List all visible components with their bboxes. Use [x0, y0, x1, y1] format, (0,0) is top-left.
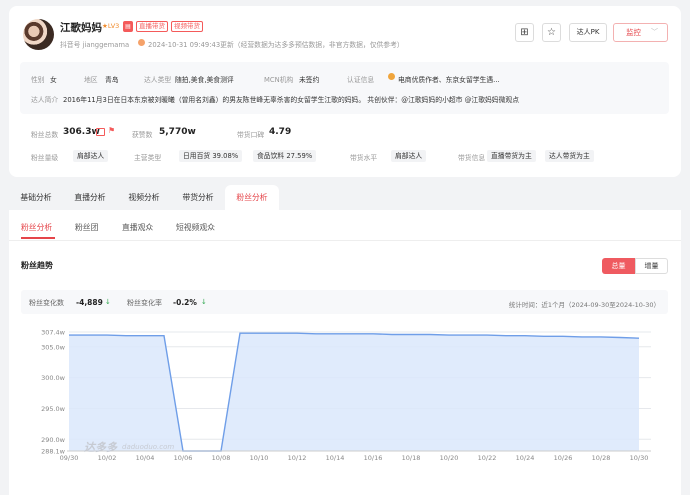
gender-label: 性别	[31, 76, 45, 84]
toggle-increment[interactable]: 增量	[635, 258, 668, 274]
category-chip-1: 日用百货 39.08%	[179, 150, 243, 162]
x-tick-label: 10/10	[250, 454, 269, 462]
down-arrow-icon: ↓	[201, 298, 207, 306]
sales-info-label: 带货信息	[458, 154, 486, 162]
toggle-total[interactable]: 总量	[602, 258, 635, 274]
type-label: 达人类型	[144, 76, 172, 84]
x-tick-label: 10/28	[592, 454, 611, 462]
x-tick-label: 10/06	[174, 454, 193, 462]
tag-video-selling: 视频带货	[171, 21, 203, 32]
fans-change-value: -4,889	[76, 298, 103, 307]
level-badge: ★LV3	[102, 22, 120, 30]
fans-label: 粉丝总数	[31, 131, 59, 139]
type-value: 随拍,美食,美食测评	[175, 76, 234, 84]
region-value: 青岛	[105, 76, 119, 84]
down-arrow-icon: ↓	[105, 298, 111, 306]
star-icon[interactable]: ☆	[542, 23, 561, 42]
x-tick-label: 10/26	[554, 454, 573, 462]
sales-level-label: 带货水平	[350, 154, 378, 162]
verified-icon	[388, 73, 395, 80]
profile-card: 江歌妈妈 ★LV3 ▤ 直播带货 视频带货 抖音号 jianggemama 20…	[9, 6, 681, 177]
category-label: 主营类型	[134, 154, 162, 162]
subtab-short-video-audience[interactable]: 短视频观众	[176, 222, 215, 233]
fans-level-chip: 肩部达人	[73, 150, 109, 162]
cert-label: 认证信息	[347, 76, 375, 84]
summary-bar: 粉丝变化数 -4,889 ↓ 粉丝变化率 -0.2% ↓ 统计时间：近1个月（2…	[21, 290, 668, 314]
likes-value: 5,770w	[159, 127, 196, 137]
likes-label: 获赞数	[132, 131, 153, 139]
y-tick-label: 295.0w	[41, 405, 66, 413]
tag-live-selling: 直播带货	[136, 21, 168, 32]
x-tick-label: 10/14	[326, 454, 345, 462]
bio-value: 2016年11月3日在日本东京被刘暖曦（曾用名刘鑫）的男友陈世峰无辜杀害的女留学…	[63, 96, 519, 104]
tab-fans[interactable]: 粉丝分析	[225, 185, 279, 210]
douyin-id: 抖音号 jianggemama	[60, 41, 130, 49]
watch-button[interactable]: 监控 ﹀	[613, 23, 668, 42]
analysis-card: 基础分析 直播分析 视频分析 带货分析 粉丝分析 粉丝分析 粉丝团 直播观众 短…	[9, 185, 681, 495]
reputation-value: 4.79	[269, 127, 292, 137]
area-fill	[69, 333, 639, 451]
y-tick-label: 300.0w	[41, 374, 66, 382]
x-tick-label: 09/30	[60, 454, 79, 462]
analysis-tabbar: 基础分析 直播分析 视频分析 带货分析 粉丝分析	[9, 185, 681, 210]
subtab-indicator	[21, 237, 55, 239]
avatar[interactable]	[23, 19, 54, 50]
influencer-name: 江歌妈妈	[60, 22, 102, 34]
sales-info-chip-2: 达人带货为主	[545, 150, 594, 162]
x-tick-label: 10/12	[288, 454, 307, 462]
mcn-value: 未签约	[299, 76, 320, 84]
sales-info-chip-1: 直播带货为主	[487, 150, 536, 162]
watch-label: 监控	[626, 28, 641, 37]
sales-level-chip: 肩部达人	[391, 150, 427, 162]
x-tick-label: 10/24	[516, 454, 535, 462]
cert-value: 电商优质作者、东京女留学生遇...	[398, 76, 500, 84]
category-chip-2: 食品饮料 27.59%	[253, 150, 317, 162]
watermark-domain: daduoduo.com	[122, 443, 175, 451]
gender-value: 女	[50, 76, 57, 84]
region-label: 地区	[84, 76, 98, 84]
watermark-logo: 达多多	[84, 441, 117, 454]
section-title: 粉丝趋势	[21, 261, 53, 270]
trend-icon[interactable]	[96, 128, 105, 136]
time-range: 统计时间：近1个月（2024-09-30至2024-10-30）	[508, 301, 660, 309]
subtab-fans-analysis[interactable]: 粉丝分析	[21, 222, 52, 233]
fans-rate-value: -0.2%	[173, 298, 197, 307]
level-text: LV3	[107, 22, 120, 30]
x-tick-label: 10/18	[402, 454, 421, 462]
x-tick-label: 10/20	[440, 454, 459, 462]
subtab-live-audience[interactable]: 直播观众	[122, 222, 153, 233]
bio-label: 达人简介	[31, 96, 59, 104]
tab-basic[interactable]: 基础分析	[9, 185, 63, 210]
tab-video[interactable]: 视频分析	[117, 185, 171, 210]
y-tick-label: 305.0w	[41, 343, 66, 351]
tab-sales[interactable]: 带货分析	[171, 185, 225, 210]
x-tick-label: 10/16	[364, 454, 383, 462]
info-box	[20, 62, 669, 114]
x-tick-label: 10/30	[630, 454, 649, 462]
y-tick-label: 307.4w	[41, 329, 66, 337]
x-tick-label: 10/04	[136, 454, 155, 462]
chevron-down-icon: ﹀	[651, 28, 658, 36]
update-time: 2024-10-31 09:49:43更新（经营数据为达多多预估数据，非官方数据…	[148, 41, 404, 49]
flag-icon[interactable]: ⚑	[108, 126, 115, 135]
document-icon[interactable]: ▤	[123, 21, 133, 32]
x-tick-label: 10/08	[212, 454, 231, 462]
mcn-label: MCN机构	[264, 76, 294, 84]
fans-value: 306.3w	[63, 127, 100, 137]
fans-change-label: 粉丝变化数	[29, 299, 64, 307]
x-tick-label: 10/02	[98, 454, 117, 462]
clock-icon	[138, 39, 145, 46]
qrcode-icon[interactable]: ⊞	[515, 23, 534, 42]
divider	[9, 240, 681, 241]
y-tick-label: 290.0w	[41, 436, 66, 444]
reputation-label: 带货口碑	[237, 131, 265, 139]
fans-level-label: 粉丝量级	[31, 154, 59, 162]
subtab-fan-club[interactable]: 粉丝团	[75, 222, 98, 233]
tab-live[interactable]: 直播分析	[63, 185, 117, 210]
x-tick-label: 10/22	[478, 454, 497, 462]
pk-button[interactable]: 达人PK	[569, 23, 607, 42]
fans-rate-label: 粉丝变化率	[127, 299, 162, 307]
